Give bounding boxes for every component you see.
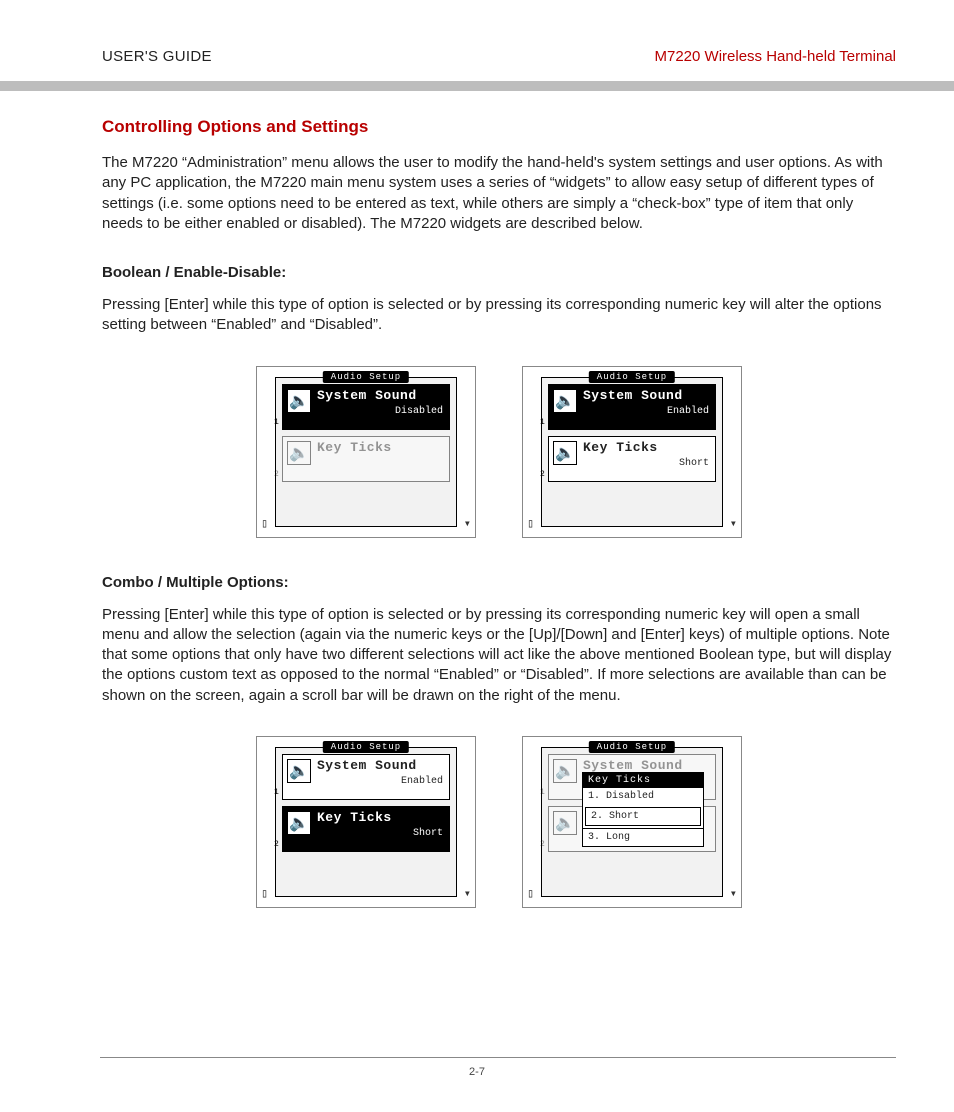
speaker-icon: 🔈	[287, 389, 311, 413]
battery-icon: ▯	[261, 886, 268, 901]
popup-title: Key Ticks	[583, 773, 703, 788]
lcd-screenshot-boolean-disabled: ▯ ▾ Audio Setup 1 🔈 System Sound Disable…	[256, 366, 476, 538]
antenna-icon: ▾	[464, 516, 471, 531]
section-title: Controlling Options and Settings	[102, 117, 896, 137]
popup-item-selected: 2. Short	[585, 807, 701, 826]
combo-popup: Key Ticks 1. Disabled 2. Short 3. Long	[582, 772, 704, 847]
boolean-heading: Boolean / Enable-Disable:	[102, 264, 896, 281]
speaker-icon: 🔈	[287, 441, 311, 465]
antenna-icon: ▾	[730, 516, 737, 531]
antenna-icon: ▾	[730, 886, 737, 901]
lcd-title: Audio Setup	[589, 371, 675, 383]
battery-icon: ▯	[527, 886, 534, 901]
combo-heading: Combo / Multiple Options:	[102, 574, 896, 591]
menu-row-system-sound: 1 🔈 System Sound Enabled	[282, 754, 450, 800]
header-right: M7220 Wireless Hand-held Terminal	[655, 48, 897, 65]
menu-row-system-sound: 1 🔈 System Sound Enabled	[548, 384, 716, 430]
boolean-body: Pressing [Enter] while this type of opti…	[102, 295, 896, 336]
speaker-icon: 🔈	[553, 441, 577, 465]
battery-icon: ▯	[527, 516, 534, 531]
lcd-title: Audio Setup	[323, 371, 409, 383]
speaker-icon: 🔈	[553, 811, 577, 835]
lcd-title: Audio Setup	[589, 741, 675, 753]
speaker-icon: 🔈	[553, 759, 577, 783]
lcd-screenshot-combo-open: ▯ ▾ Audio Setup 1 🔈 System Sound 2 🔈	[522, 736, 742, 908]
header-divider	[0, 81, 954, 91]
popup-item: 3. Long	[583, 828, 703, 846]
menu-row-system-sound: 1 🔈 System Sound Disabled	[282, 384, 450, 430]
battery-icon: ▯	[261, 516, 268, 531]
lcd-screenshot-combo-closed: ▯ ▾ Audio Setup 1 🔈 System Sound Enabled…	[256, 736, 476, 908]
popup-item: 1. Disabled	[583, 788, 703, 805]
lcd-screenshot-boolean-enabled: ▯ ▾ Audio Setup 1 🔈 System Sound Enabled…	[522, 366, 742, 538]
speaker-icon: 🔈	[287, 759, 311, 783]
antenna-icon: ▾	[464, 886, 471, 901]
menu-row-key-ticks: 2 🔈 Key Ticks Short	[282, 806, 450, 852]
menu-row-key-ticks: 2 🔈 Key Ticks	[282, 436, 450, 482]
speaker-icon: 🔈	[553, 389, 577, 413]
combo-body: Pressing [Enter] while this type of opti…	[102, 605, 896, 706]
menu-row-key-ticks: 2 🔈 Key Ticks Short	[548, 436, 716, 482]
page-number: 2-7	[0, 1066, 954, 1078]
lcd-title: Audio Setup	[323, 741, 409, 753]
speaker-icon: 🔈	[287, 811, 311, 835]
footer-divider	[100, 1057, 896, 1058]
header-left: USER'S GUIDE	[102, 48, 212, 65]
intro-paragraph: The M7220 “Administration” menu allows t…	[102, 153, 896, 234]
